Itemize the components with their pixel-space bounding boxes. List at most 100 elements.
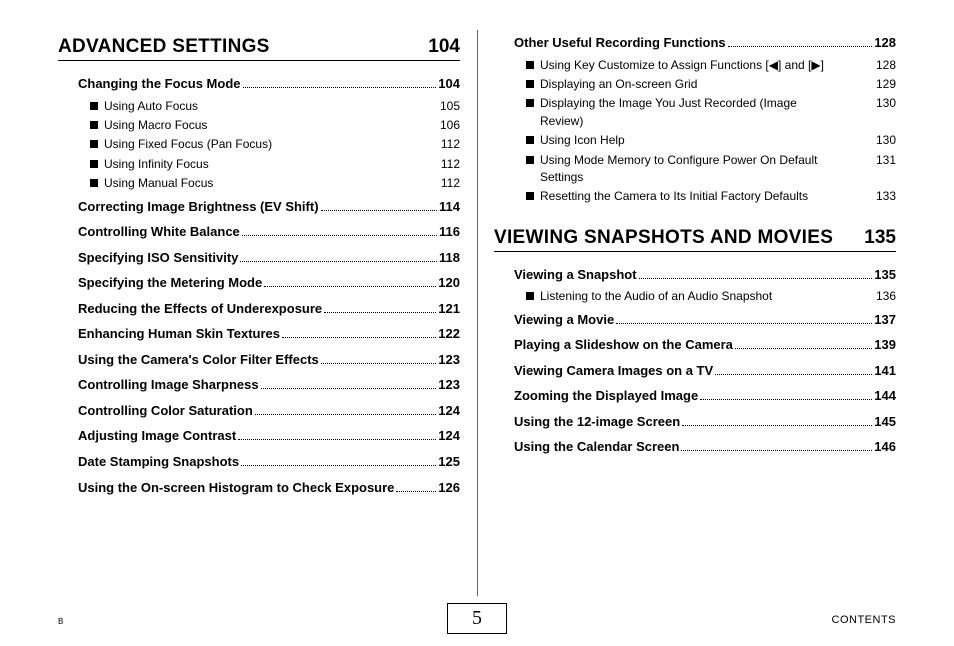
section-page: 124 bbox=[438, 402, 460, 420]
toc-subitem: Using Macro Focus106 bbox=[90, 116, 460, 135]
leader-dots bbox=[681, 450, 872, 451]
toc-section: Specifying the Metering Mode 120 bbox=[78, 274, 460, 292]
subitem-label: Displaying an On-screen Grid bbox=[540, 76, 697, 93]
section-label: Specifying the Metering Mode bbox=[78, 274, 262, 292]
toc-section: Playing a Slideshow on the Camera 139 bbox=[514, 336, 896, 354]
square-bullet-icon bbox=[90, 179, 98, 187]
subitem-page: 112 bbox=[441, 136, 460, 153]
section-page: 135 bbox=[874, 266, 896, 284]
toc-subitem: Resetting the Camera to Its Initial Fact… bbox=[526, 187, 896, 206]
section-label: Controlling White Balance bbox=[78, 223, 240, 241]
subitem-page: 130 bbox=[876, 95, 896, 112]
toc-section: Reducing the Effects of Underexposure121 bbox=[78, 300, 460, 318]
chapter-heading: ADVANCED SETTINGS104 bbox=[58, 36, 460, 61]
chapter-page: 104 bbox=[428, 36, 460, 58]
square-bullet-icon bbox=[90, 140, 98, 148]
toc-subitem: Using Fixed Focus (Pan Focus) 112 bbox=[90, 135, 460, 154]
square-bullet-icon bbox=[526, 80, 534, 88]
toc-section: Other Useful Recording Functions 128 bbox=[514, 34, 896, 52]
subitem-label: Listening to the Audio of an Audio Snaps… bbox=[540, 288, 772, 305]
subitem-label: Using Manual Focus bbox=[104, 175, 213, 192]
leader-dots bbox=[238, 439, 436, 440]
toc-section: Viewing a Snapshot135 bbox=[514, 266, 896, 284]
leader-dots bbox=[728, 46, 873, 47]
section-page: 114 bbox=[439, 198, 460, 216]
column-separator bbox=[477, 30, 478, 596]
section-page: 145 bbox=[874, 413, 896, 431]
toc-subitem: Listening to the Audio of an Audio Snaps… bbox=[526, 287, 896, 306]
toc-section: Controlling White Balance116 bbox=[78, 223, 460, 241]
section-page: 120 bbox=[438, 274, 460, 292]
leader-dots bbox=[241, 465, 436, 466]
section-label: Viewing Camera Images on a TV bbox=[514, 362, 713, 380]
toc-subitem: Using Manual Focus 112 bbox=[90, 174, 460, 193]
section-label: Using the Camera's Color Filter Effects bbox=[78, 351, 319, 369]
footer-right: CONTENTS bbox=[832, 614, 897, 626]
section-page: 141 bbox=[874, 362, 896, 380]
section-label: Controlling Image Sharpness bbox=[78, 376, 259, 394]
toc-page: ADVANCED SETTINGS104 Changing the Focus M… bbox=[58, 30, 896, 596]
square-bullet-icon bbox=[90, 160, 98, 168]
toc-section: Controlling Image Sharpness 123 bbox=[78, 376, 460, 394]
leader-dots bbox=[639, 278, 873, 279]
toc-section: Correcting Image Brightness (EV Shift) 11… bbox=[78, 198, 460, 216]
toc-section: Controlling Color Saturation 124 bbox=[78, 402, 460, 420]
square-bullet-icon bbox=[526, 99, 534, 107]
section-page: 122 bbox=[438, 325, 460, 343]
section-page: 144 bbox=[874, 387, 896, 405]
section-label: Date Stamping Snapshots bbox=[78, 453, 239, 471]
subitem-page: 136 bbox=[876, 288, 896, 305]
leader-dots bbox=[682, 425, 872, 426]
subitem-label: Using Macro Focus bbox=[104, 117, 207, 134]
leader-dots bbox=[735, 348, 872, 349]
subitem-label: Resetting the Camera to Its Initial Fact… bbox=[540, 188, 808, 205]
page-footer: B 5 CONTENTS bbox=[0, 598, 954, 638]
right-column: Other Useful Recording Functions128Using… bbox=[494, 30, 896, 596]
left-column: ADVANCED SETTINGS104 Changing the Focus M… bbox=[58, 30, 460, 596]
square-bullet-icon bbox=[526, 156, 534, 164]
section-page: 137 bbox=[874, 311, 896, 329]
subitem-page: 133 bbox=[876, 188, 896, 205]
subitem-label: Displaying the Image You Just Recorded (… bbox=[540, 95, 840, 130]
section-page: 123 bbox=[438, 351, 460, 369]
section-page: 126 bbox=[438, 479, 460, 497]
subitem-page: 112 bbox=[441, 175, 460, 192]
section-label: Changing the Focus Mode bbox=[78, 75, 241, 93]
section-label: Zooming the Displayed Image bbox=[514, 387, 698, 405]
toc-subitem: Using Auto Focus105 bbox=[90, 97, 460, 116]
leader-dots bbox=[255, 414, 437, 415]
toc-subitem: Displaying the Image You Just Recorded (… bbox=[526, 94, 896, 131]
chapter-page: 135 bbox=[864, 227, 896, 249]
chapter-heading: VIEWING SNAPSHOTS AND MOVIES135 bbox=[494, 227, 896, 252]
section-page: 128 bbox=[874, 34, 896, 52]
subitem-page: 128 bbox=[876, 57, 896, 74]
section-label: Using the 12-image Screen bbox=[514, 413, 680, 431]
section-label: Specifying ISO Sensitivity bbox=[78, 249, 238, 267]
toc-section: Enhancing Human Skin Textures122 bbox=[78, 325, 460, 343]
section-page: 139 bbox=[874, 336, 896, 354]
leader-dots bbox=[715, 374, 872, 375]
leader-dots bbox=[282, 337, 436, 338]
toc-section: Specifying ISO Sensitivity118 bbox=[78, 249, 460, 267]
square-bullet-icon bbox=[90, 121, 98, 129]
section-page: 125 bbox=[438, 453, 460, 471]
section-label: Using the Calendar Screen bbox=[514, 438, 679, 456]
square-bullet-icon bbox=[526, 136, 534, 144]
square-bullet-icon bbox=[526, 61, 534, 69]
section-label: Using the On-screen Histogram to Check E… bbox=[78, 479, 394, 497]
subitem-label: Using Fixed Focus (Pan Focus) bbox=[104, 136, 272, 153]
leader-dots bbox=[324, 312, 436, 313]
subitem-label: Using Auto Focus bbox=[104, 98, 198, 115]
section-page: 121 bbox=[438, 300, 460, 318]
section-page: 123 bbox=[438, 376, 460, 394]
leader-dots bbox=[242, 235, 437, 236]
toc-subitem: Using Key Customize to Assign Functions … bbox=[526, 56, 896, 75]
section-label: Controlling Color Saturation bbox=[78, 402, 253, 420]
section-label: Other Useful Recording Functions bbox=[514, 34, 726, 52]
section-label: Playing a Slideshow on the Camera bbox=[514, 336, 733, 354]
toc-subitem: Using Mode Memory to Configure Power On … bbox=[526, 151, 896, 188]
leader-dots bbox=[321, 210, 437, 211]
leader-dots bbox=[616, 323, 872, 324]
section-label: Correcting Image Brightness (EV Shift) bbox=[78, 198, 319, 216]
subitem-page: 129 bbox=[876, 76, 896, 93]
